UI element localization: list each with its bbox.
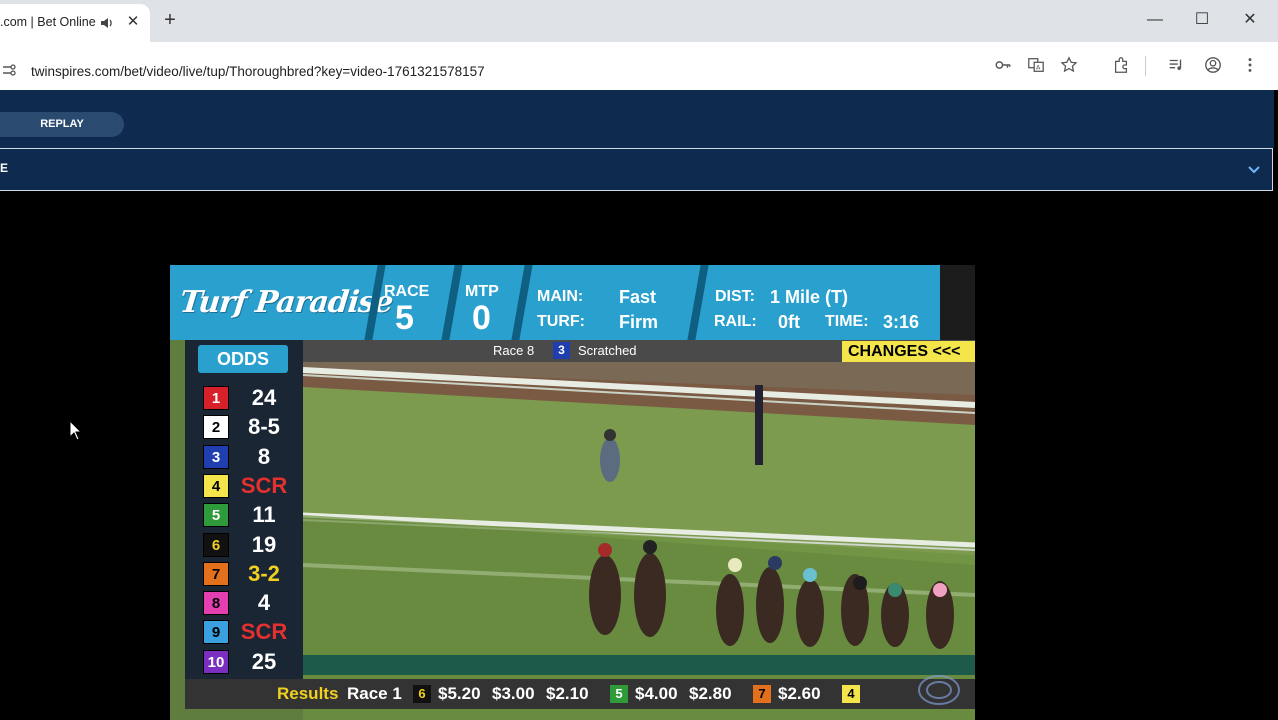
program-number: 5 — [203, 503, 229, 528]
race-selector[interactable]: E — [0, 148, 1273, 191]
password-key-icon[interactable] — [993, 55, 1013, 75]
video-player[interactable]: Turf Paradise RACE 5 MTP 0 MAIN: Fast TU… — [170, 265, 975, 720]
bookmark-star-icon[interactable] — [1059, 55, 1079, 75]
svg-text:A: A — [1036, 65, 1041, 72]
results-label: Results — [277, 684, 339, 703]
new-tab-button[interactable]: + — [160, 8, 180, 32]
turf-label: TURF: — [537, 313, 585, 330]
results-bar: Results Race 1 6 $5.20 $3.00 $2.10 5 $4.00 $2.… — [185, 679, 975, 709]
strip-scratch-pp: 3 — [553, 342, 570, 359]
close-window-button[interactable]: ✕ — [1235, 8, 1265, 32]
translate-icon[interactable]: A — [1026, 55, 1046, 75]
address-bar[interactable]: twinspires.com/bet/video/live/tup/Thorou… — [0, 48, 985, 84]
rail-label: RAIL: — [714, 313, 757, 330]
replay-button[interactable]: REPLAY — [0, 112, 124, 137]
result-program-number: 6 — [413, 685, 431, 703]
more-menu-icon[interactable] — [1240, 55, 1260, 75]
changes-banner: CHANGES <<< — [842, 341, 975, 362]
profile-icon[interactable] — [1203, 55, 1223, 75]
mtp-value: 0 — [472, 299, 491, 337]
odds-value: 25 — [251, 648, 277, 674]
mouse-cursor-icon — [69, 420, 83, 441]
chevron-down-icon[interactable] — [1246, 161, 1262, 177]
results-race: Race 1 — [347, 684, 402, 703]
result-payout: $2.10 — [546, 684, 589, 703]
odds-row: 38 — [203, 442, 303, 470]
turf-value: Firm — [619, 312, 659, 332]
extensions-icon[interactable] — [1111, 55, 1131, 75]
result-payout: $3.00 — [492, 684, 535, 703]
odds-value: 19 — [251, 531, 277, 557]
odds-value: 24 — [251, 385, 277, 410]
odds-row: 4 SCR — [203, 471, 303, 499]
program-number: 7 — [203, 561, 229, 586]
result-program-number: 4 — [842, 685, 860, 703]
odds-value: 11 — [252, 502, 276, 528]
odds-row: 9 SCR — [203, 617, 303, 645]
odds-row: 10 25 — [203, 647, 303, 675]
header-divider — [687, 265, 709, 340]
odds-value: SCR — [240, 619, 288, 645]
odds-row: 5 11 — [203, 500, 303, 528]
tab-close-icon[interactable]: ✕ — [126, 12, 140, 30]
browser-tab-bar: .com | Bet Online ✕ + — ☐ ✕ — [0, 0, 1278, 42]
odds-board: ODDS 1 24 2 8-5 3 8 4 SCR 5 11 6 19 7 3-2 8 4 9 SCR 10 25 — [185, 340, 303, 685]
strip-race: Race 8 — [493, 343, 535, 358]
main-value: Fast — [619, 287, 657, 307]
program-number: 2 — [203, 415, 229, 440]
program-number: 1 — [203, 386, 229, 410]
result-payout: $4.00 — [635, 684, 678, 703]
program-number: 4 — [203, 473, 229, 498]
result-payout: $2.60 — [778, 684, 821, 703]
odds-value: 4 — [257, 590, 271, 616]
track-logo: Turf Paradise — [178, 285, 395, 320]
browser-tab[interactable]: .com | Bet Online ✕ — [0, 4, 150, 42]
odds-row: 2 8-5 — [203, 412, 303, 440]
time-label: TIME: — [825, 313, 869, 330]
strip-scratch-text: Scratched — [578, 343, 637, 358]
result-payout: $2.80 — [689, 684, 732, 703]
race-selector-label: E — [0, 161, 9, 175]
odds-row: 1 24 — [203, 383, 303, 411]
program-number: 3 — [203, 444, 229, 469]
speaker-icon[interactable] — [100, 16, 114, 30]
race-info-header: Turf Paradise RACE 5 MTP 0 MAIN: Fast TU… — [170, 265, 975, 340]
odds-value: 3-2 — [248, 560, 280, 586]
rail-value: 0ft — [778, 312, 800, 332]
race-number: 5 — [395, 299, 414, 337]
program-number: 6 — [203, 532, 229, 557]
url-text[interactable]: twinspires.com/bet/video/live/tup/Thorou… — [31, 64, 485, 79]
odds-value: 8 — [257, 443, 271, 469]
broadcast-watermark-icon — [918, 675, 960, 705]
odds-value: 8-5 — [248, 414, 280, 440]
odds-row: 6 19 — [203, 530, 303, 558]
program-number: 10 — [203, 649, 229, 674]
header-divider — [441, 265, 463, 340]
odds-value: SCR — [240, 472, 288, 498]
result-program-number: 5 — [610, 685, 628, 703]
dist-label: DIST: — [715, 288, 755, 305]
main-label: MAIN: — [537, 288, 584, 305]
dist-value: 1 Mile (T) — [770, 287, 849, 307]
toolbar-separator — [1145, 56, 1146, 76]
time-value: 3:16 — [883, 312, 920, 332]
browser-toolbar: twinspires.com/bet/video/live/tup/Thorou… — [0, 42, 1278, 90]
program-number: 8 — [203, 591, 229, 616]
media-control-icon[interactable] — [1166, 55, 1186, 75]
result-program-number: 7 — [753, 685, 771, 703]
program-number: 9 — [203, 620, 229, 645]
odds-row: 84 — [203, 588, 303, 616]
odds-header: ODDS — [198, 345, 288, 373]
odds-row: 7 3-2 — [203, 559, 303, 587]
site-settings-icon[interactable] — [2, 63, 16, 77]
site-nav-bar: REPLAY — [0, 90, 1274, 148]
header-divider — [511, 265, 533, 340]
tab-title: .com | Bet Online — [0, 15, 96, 29]
minimize-button[interactable]: — — [1140, 8, 1170, 32]
maximize-button[interactable]: ☐ — [1187, 8, 1217, 32]
header-corner — [940, 265, 975, 340]
result-payout: $5.20 — [438, 684, 481, 703]
